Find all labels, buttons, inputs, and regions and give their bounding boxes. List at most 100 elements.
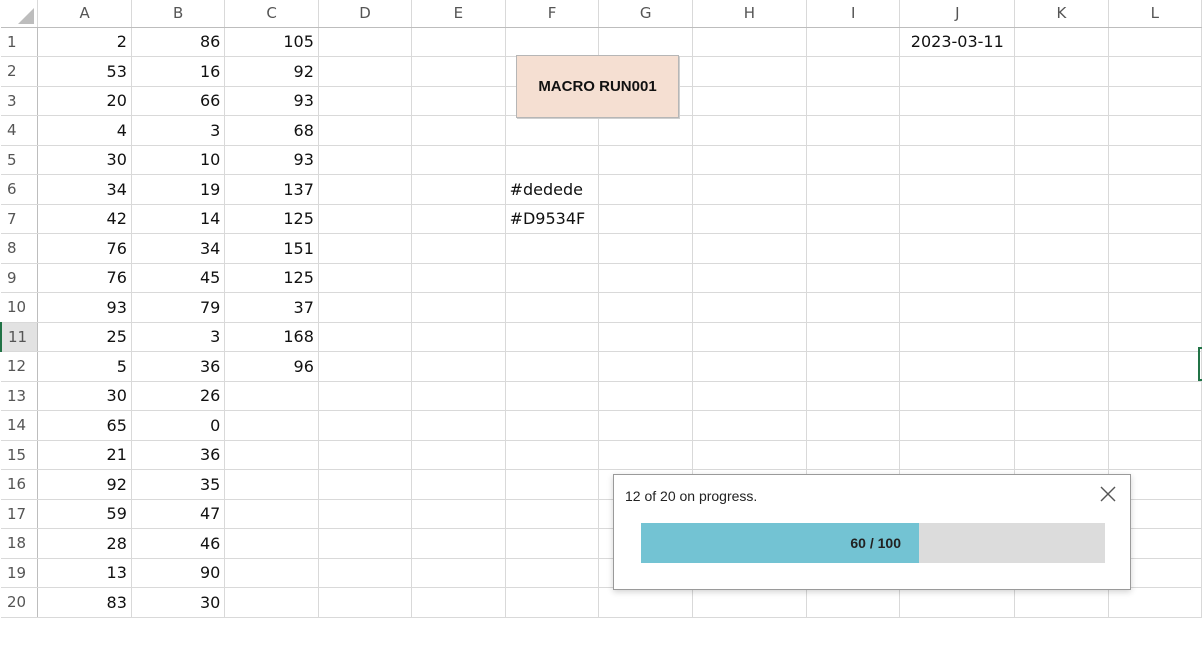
cell-j4[interactable] bbox=[899, 115, 1016, 146]
cell-d12[interactable] bbox=[318, 351, 413, 382]
cell-i6[interactable] bbox=[806, 174, 901, 205]
cell-a16[interactable]: 92 bbox=[37, 469, 132, 500]
cell-a13[interactable]: 30 bbox=[37, 381, 132, 411]
cell-f14[interactable] bbox=[505, 410, 600, 441]
cell-b20[interactable]: 30 bbox=[131, 587, 226, 618]
cell-g13[interactable] bbox=[598, 381, 693, 411]
cell-f13[interactable] bbox=[505, 381, 600, 411]
cell-d19[interactable] bbox=[318, 558, 413, 588]
cell-e19[interactable] bbox=[411, 558, 506, 588]
cell-g6[interactable] bbox=[598, 174, 693, 205]
cell-a6[interactable]: 34 bbox=[37, 174, 132, 205]
row-header-3[interactable]: 3 bbox=[1, 86, 39, 116]
cell-i4[interactable] bbox=[806, 115, 901, 146]
cell-j9[interactable] bbox=[899, 263, 1016, 293]
row-header-17[interactable]: 17 bbox=[1, 499, 39, 529]
cell-a12[interactable]: 5 bbox=[37, 351, 132, 382]
cell-d11[interactable] bbox=[318, 322, 413, 352]
cell-b13[interactable]: 26 bbox=[131, 381, 226, 411]
cell-e9[interactable] bbox=[411, 263, 506, 293]
cell-k9[interactable] bbox=[1014, 263, 1109, 293]
cell-k20[interactable] bbox=[1014, 587, 1109, 618]
macro-run-button[interactable]: MACRO RUN001 bbox=[516, 55, 679, 118]
row-header-11[interactable]: 11 bbox=[0, 322, 39, 352]
column-header-g[interactable]: G bbox=[598, 0, 693, 28]
cell-k15[interactable] bbox=[1014, 440, 1109, 470]
cell-k1[interactable] bbox=[1014, 27, 1109, 57]
row-header-8[interactable]: 8 bbox=[1, 233, 39, 264]
cell-b16[interactable]: 35 bbox=[131, 469, 226, 500]
cell-d9[interactable] bbox=[318, 263, 413, 293]
cell-i5[interactable] bbox=[806, 145, 901, 175]
cell-a7[interactable]: 42 bbox=[37, 204, 132, 234]
column-header-h[interactable]: H bbox=[692, 0, 808, 28]
cell-l13[interactable] bbox=[1108, 381, 1202, 411]
cell-e10[interactable] bbox=[411, 292, 506, 323]
cell-b2[interactable]: 16 bbox=[131, 56, 226, 87]
cell-c5[interactable]: 93 bbox=[224, 145, 319, 175]
cell-c2[interactable]: 92 bbox=[224, 56, 319, 87]
row-header-10[interactable]: 10 bbox=[1, 292, 39, 323]
cell-e3[interactable] bbox=[411, 86, 506, 116]
cell-i3[interactable] bbox=[806, 86, 901, 116]
cell-b9[interactable]: 45 bbox=[131, 263, 226, 293]
cell-e18[interactable] bbox=[411, 528, 506, 559]
cell-a15[interactable]: 21 bbox=[37, 440, 132, 470]
column-header-l[interactable]: L bbox=[1108, 0, 1202, 28]
cell-c14[interactable] bbox=[224, 410, 319, 441]
cell-c17[interactable] bbox=[224, 499, 319, 529]
cell-g10[interactable] bbox=[598, 292, 693, 323]
cell-c7[interactable]: 125 bbox=[224, 204, 319, 234]
cell-f6[interactable]: #dedede bbox=[505, 174, 600, 205]
cell-l3[interactable] bbox=[1108, 86, 1202, 116]
cell-h10[interactable] bbox=[692, 292, 808, 323]
cell-b4[interactable]: 3 bbox=[131, 115, 226, 146]
cell-b15[interactable]: 36 bbox=[131, 440, 226, 470]
cell-a1[interactable]: 2 bbox=[37, 27, 132, 57]
cell-j2[interactable] bbox=[899, 56, 1016, 87]
cell-j3[interactable] bbox=[899, 86, 1016, 116]
cell-b7[interactable]: 14 bbox=[131, 204, 226, 234]
row-header-14[interactable]: 14 bbox=[1, 410, 39, 441]
cell-h4[interactable] bbox=[692, 115, 808, 146]
cell-e17[interactable] bbox=[411, 499, 506, 529]
row-header-9[interactable]: 9 bbox=[1, 263, 39, 293]
cell-c6[interactable]: 137 bbox=[224, 174, 319, 205]
cell-f19[interactable] bbox=[505, 558, 600, 588]
cell-i12[interactable] bbox=[806, 351, 901, 382]
row-header-2[interactable]: 2 bbox=[1, 56, 39, 87]
cell-l10[interactable] bbox=[1108, 292, 1202, 323]
cell-g7[interactable] bbox=[598, 204, 693, 234]
close-icon[interactable] bbox=[1098, 484, 1118, 504]
cell-d6[interactable] bbox=[318, 174, 413, 205]
row-header-12[interactable]: 12 bbox=[1, 351, 39, 382]
cell-k3[interactable] bbox=[1014, 86, 1109, 116]
cell-f15[interactable] bbox=[505, 440, 600, 470]
row-header-5[interactable]: 5 bbox=[1, 145, 39, 175]
cell-h20[interactable] bbox=[692, 587, 808, 618]
column-header-d[interactable]: D bbox=[318, 0, 413, 28]
cell-i13[interactable] bbox=[806, 381, 901, 411]
cell-l11[interactable] bbox=[1108, 322, 1202, 352]
column-header-a[interactable]: A bbox=[37, 0, 132, 28]
cell-j6[interactable] bbox=[899, 174, 1016, 205]
cell-k6[interactable] bbox=[1014, 174, 1109, 205]
cell-b1[interactable]: 86 bbox=[131, 27, 226, 57]
cell-f7[interactable]: #D9534F bbox=[505, 204, 600, 234]
cell-j12[interactable] bbox=[899, 351, 1016, 382]
cell-e6[interactable] bbox=[411, 174, 506, 205]
cell-f9[interactable] bbox=[505, 263, 600, 293]
cell-k7[interactable] bbox=[1014, 204, 1109, 234]
cell-h7[interactable] bbox=[692, 204, 808, 234]
cell-i20[interactable] bbox=[806, 587, 901, 618]
cell-h3[interactable] bbox=[692, 86, 808, 116]
cell-g15[interactable] bbox=[598, 440, 693, 470]
row-header-7[interactable]: 7 bbox=[1, 204, 39, 234]
cell-c1[interactable]: 105 bbox=[224, 27, 319, 57]
cell-l5[interactable] bbox=[1108, 145, 1202, 175]
cell-h14[interactable] bbox=[692, 410, 808, 441]
cell-j5[interactable] bbox=[899, 145, 1016, 175]
cell-e13[interactable] bbox=[411, 381, 506, 411]
cell-k10[interactable] bbox=[1014, 292, 1109, 323]
cell-c3[interactable]: 93 bbox=[224, 86, 319, 116]
